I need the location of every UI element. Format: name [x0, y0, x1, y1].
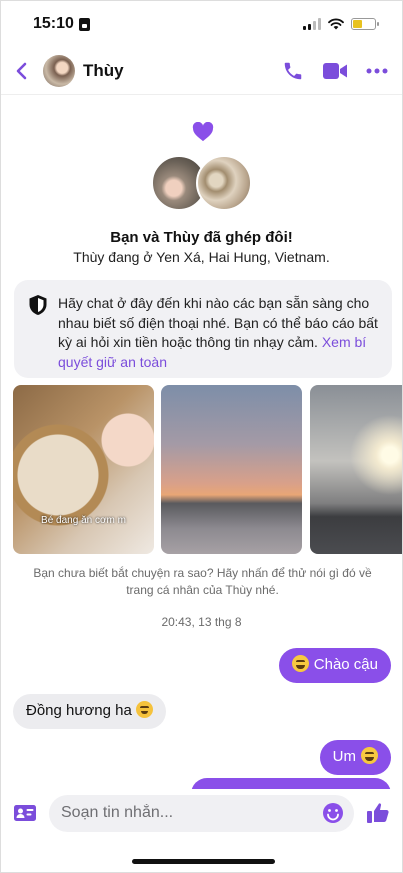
profile-photo-1[interactable]: Bé đang ăn cơm m: [13, 385, 154, 554]
more-options-icon[interactable]: [366, 68, 388, 74]
screen: 15:10 Thùy Bạn và Thùy đã ghép đôi! Thùy…: [0, 0, 403, 873]
header-actions: [282, 60, 388, 82]
message-text: Đồng hương ha: [26, 702, 132, 719]
video-call-icon[interactable]: [322, 61, 348, 81]
match-location: Thùy đang ở Yen Xá, Hai Hung, Vietnam.: [73, 249, 330, 265]
message-text: Um: [332, 748, 356, 765]
chevron-left-icon: [16, 62, 27, 79]
message-text: Chào cậu: [313, 656, 378, 673]
status-bar: 15:10: [1, 1, 402, 47]
profile-photo-3[interactable]: [310, 385, 402, 554]
message-composer: [1, 789, 402, 837]
home-indicator: [132, 859, 275, 864]
thumbs-up-icon[interactable]: [366, 801, 390, 825]
phone-icon[interactable]: [282, 60, 304, 82]
match-title: Bạn và Thùy đã ghép đôi!: [110, 229, 293, 246]
conversation-hint: Bạn chưa biết bắt chuyện ra sao? Hãy nhấ…: [33, 566, 372, 597]
battery-icon: [351, 18, 379, 30]
status-icons: [303, 18, 379, 30]
wifi-icon: [328, 18, 344, 30]
contact-avatar[interactable]: [43, 54, 75, 87]
emoji-picker-icon[interactable]: [322, 802, 344, 824]
status-time-group: 15:10: [33, 15, 90, 33]
matched-avatars: [151, 153, 256, 213]
profile-photo-2[interactable]: [161, 385, 302, 554]
grinning-emoji-icon: [361, 747, 378, 764]
match-avatar: [196, 155, 252, 211]
message-bubble-outgoing[interactable]: Chào cậu: [278, 648, 391, 683]
status-time: 15:10: [33, 15, 74, 32]
photo-caption: Bé đang ăn cơm m: [41, 515, 126, 526]
back-button[interactable]: [15, 57, 37, 85]
heart-icon: [192, 122, 214, 142]
safety-tip-card: Hãy chat ở đây đến khi nào các bạn sẵn s…: [14, 280, 392, 378]
contact-card-icon[interactable]: [13, 804, 37, 822]
chat-header: Thùy: [1, 47, 402, 95]
message-bubble-outgoing[interactable]: Um: [319, 740, 391, 775]
profile-photos-carousel[interactable]: Bé đang ăn cơm m: [13, 385, 402, 554]
grinning-emoji-icon: [291, 655, 309, 672]
contact-name[interactable]: Thùy: [83, 61, 282, 81]
message-input[interactable]: [61, 804, 322, 822]
message-bubble-incoming[interactable]: Đồng hương ha: [13, 694, 166, 729]
hugging-emoji-icon: [135, 701, 153, 718]
cellular-signal-icon: [303, 18, 321, 30]
message-input-container[interactable]: [49, 794, 354, 832]
message-timestamp: 20:43, 13 thg 8: [161, 615, 242, 629]
id-badge-icon: [78, 17, 90, 31]
shield-icon: [29, 295, 47, 315]
